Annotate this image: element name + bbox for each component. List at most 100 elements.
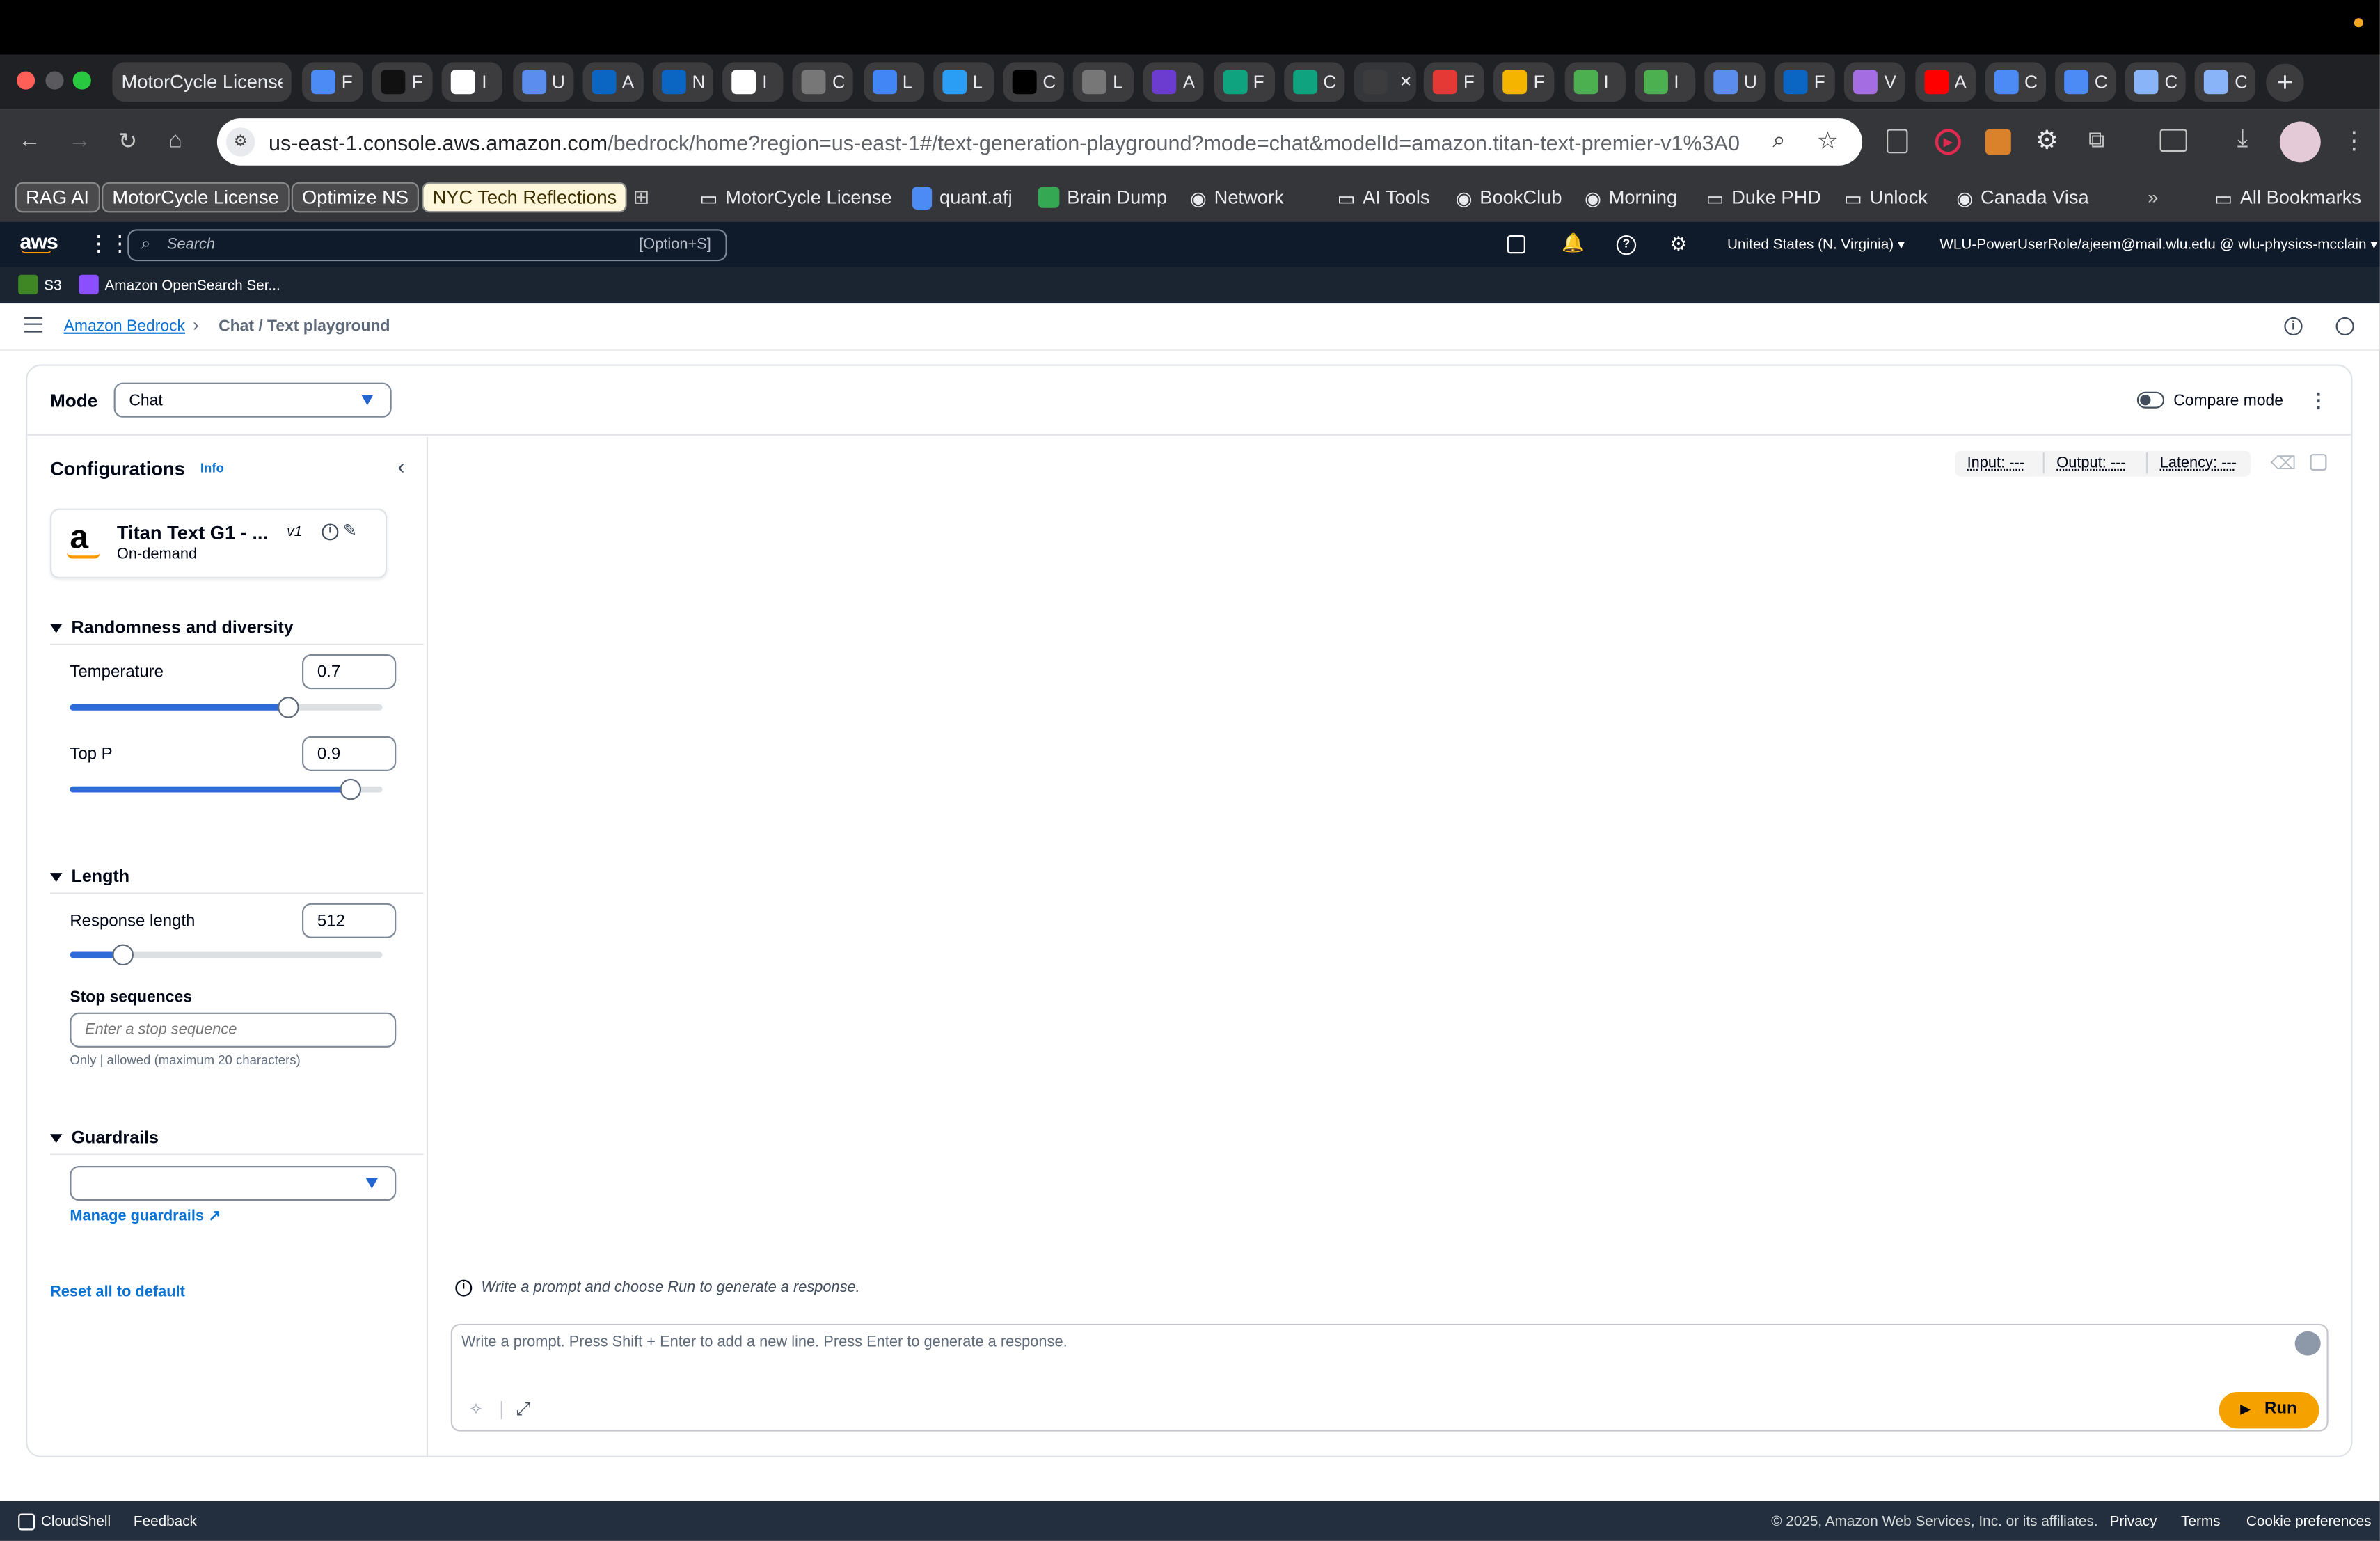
expand-caret-icon[interactable]: [49, 1134, 63, 1144]
mode-select[interactable]: Chat: [113, 382, 392, 418]
favorite-s3[interactable]: S3: [44, 278, 61, 294]
minimize-window-icon[interactable]: [45, 71, 64, 90]
cookie-preferences-link[interactable]: Cookie preferences: [2246, 1513, 2372, 1530]
compare-mode-toggle[interactable]: [2136, 391, 2165, 409]
copy-icon[interactable]: [2310, 454, 2327, 471]
bookmark-item[interactable]: ▭ Unlock: [1844, 182, 1928, 213]
bookmark-item[interactable]: Brain Dump: [1038, 182, 1167, 213]
response-length-input[interactable]: 512: [302, 903, 397, 938]
feedback-link[interactable]: Feedback: [134, 1513, 197, 1530]
cloudshell-link[interactable]: CloudShell: [41, 1513, 111, 1530]
home-icon[interactable]: ⌂: [168, 127, 182, 153]
bookmark-item[interactable]: ◉ Canada Visa: [1956, 182, 2088, 213]
browser-tab[interactable]: F: [1424, 62, 1485, 102]
more-options-icon[interactable]: ⋮: [2308, 388, 2328, 413]
browser-tab[interactable]: L: [1073, 62, 1134, 102]
guardrails-section-title[interactable]: Guardrails: [72, 1130, 159, 1148]
reading-list-icon[interactable]: [1886, 129, 1908, 154]
prompt-assistant-icon[interactable]: [2294, 1331, 2321, 1356]
browser-tab[interactable]: A: [1914, 62, 1976, 102]
browser-tab[interactable]: I: [442, 62, 503, 102]
expand-caret-icon[interactable]: [49, 624, 63, 633]
more-bookmarks-icon[interactable]: »: [2148, 182, 2158, 213]
browser-tab[interactable]: C: [2195, 62, 2256, 102]
browser-tab[interactable]: C: [2125, 62, 2187, 102]
top-p-input[interactable]: 0.9: [302, 736, 397, 771]
browser-tab[interactable]: I: [1634, 62, 1695, 102]
notifications-bell-icon[interactable]: 🔔: [1562, 232, 1585, 254]
run-button[interactable]: ▶ Run: [2219, 1391, 2319, 1429]
temperature-input[interactable]: 0.7: [302, 654, 397, 690]
magic-wand-icon[interactable]: ✧: [469, 1400, 483, 1419]
apps-grid-icon[interactable]: ⊞: [633, 185, 649, 210]
browser-tab[interactable]: V: [1844, 62, 1906, 102]
forward-icon[interactable]: →: [68, 127, 91, 153]
hamburger-menu-icon[interactable]: [24, 317, 43, 333]
browser-tab[interactable]: U: [512, 62, 573, 102]
bookmark-item[interactable]: ◉ Network: [1190, 182, 1284, 213]
extensions-puzzle-icon[interactable]: ⧉: [2088, 127, 2104, 153]
browser-tab[interactable]: L: [933, 62, 994, 102]
zoom-window-icon[interactable]: [72, 71, 91, 90]
download-icon[interactable]: ⤓: [2237, 126, 2248, 153]
bookmark-chip[interactable]: Optimize NS: [291, 182, 420, 213]
cloudshell-icon[interactable]: [1507, 235, 1525, 254]
bookmark-item[interactable]: ◉ Morning: [1585, 182, 1677, 213]
bookmark-star-icon[interactable]: ☆: [1817, 126, 1839, 157]
browser-tab[interactable]: C: [1985, 62, 2046, 102]
browser-tab[interactable]: F: [372, 62, 433, 102]
bookmark-chip[interactable]: MotorCycle License: [102, 182, 290, 213]
extension-chart-icon[interactable]: [1985, 129, 2011, 155]
browser-tab[interactable]: F: [1774, 62, 1836, 102]
bookmark-item[interactable]: ▭ Duke PHD: [1706, 182, 1820, 213]
browser-menu-icon[interactable]: ⋮: [2342, 126, 2366, 157]
settings-gear-icon[interactable]: ⚙: [1669, 232, 1687, 257]
response-length-slider-handle[interactable]: [112, 944, 134, 966]
browser-tab[interactable]: N: [652, 62, 714, 102]
bookmark-chip[interactable]: RAG AI: [15, 182, 100, 213]
browser-tab[interactable]: C: [793, 62, 854, 102]
info-link[interactable]: Info: [200, 460, 224, 475]
reset-all-link[interactable]: Reset all to default: [50, 1284, 185, 1301]
tab-search-icon[interactable]: [2159, 129, 2187, 152]
randomness-section-title[interactable]: Randomness and diversity: [72, 619, 294, 638]
guardrails-select[interactable]: [70, 1166, 397, 1201]
expand-icon[interactable]: ⤢: [516, 1398, 531, 1421]
browser-tab[interactable]: C✕: [1354, 62, 1416, 102]
length-section-title[interactable]: Length: [72, 869, 130, 887]
edit-pencil-icon[interactable]: ✎: [343, 521, 357, 540]
tab-active-group[interactable]: MotorCycle License: [112, 62, 292, 102]
browser-tab[interactable]: C: [1003, 62, 1064, 102]
browser-tab[interactable]: F: [1493, 62, 1555, 102]
reload-icon[interactable]: ↻: [118, 127, 137, 155]
stop-sequence-input[interactable]: [70, 1012, 397, 1048]
profile-avatar[interactable]: [2279, 121, 2321, 163]
close-window-icon[interactable]: [16, 71, 35, 90]
info-icon[interactable]: i: [2284, 317, 2303, 336]
close-tab-icon[interactable]: ✕: [1399, 74, 1412, 90]
browser-tab[interactable]: A: [582, 62, 644, 102]
bookmark-item[interactable]: ▭ AI Tools: [1337, 182, 1429, 213]
bookmark-item[interactable]: ◉ BookClub: [1456, 182, 1562, 213]
browser-tab[interactable]: C: [2055, 62, 2116, 102]
site-info-icon[interactable]: ⚙: [225, 127, 255, 157]
aws-search-input[interactable]: [127, 229, 727, 262]
bookmark-item[interactable]: quant.afj: [912, 182, 1013, 213]
clear-broom-icon[interactable]: ⌫: [2271, 452, 2296, 474]
region-selector[interactable]: United States (N. Virginia) ▾: [1727, 237, 1905, 253]
url-text[interactable]: us-east-1.console.aws.amazon.com/bedrock…: [269, 131, 1740, 155]
browser-tab[interactable]: I: [722, 62, 784, 102]
help-icon[interactable]: ?: [1616, 235, 1637, 255]
extension-gear-icon[interactable]: ⚙: [2036, 126, 2058, 157]
breadcrumb-bedrock[interactable]: Amazon Bedrock: [64, 317, 185, 335]
extension-record-icon[interactable]: ▶: [1935, 129, 1961, 155]
browser-tab[interactable]: U: [1704, 62, 1766, 102]
account-menu[interactable]: WLU-PowerUserRole/ajeem@mail.wlu.edu @ w…: [1939, 237, 2377, 253]
browser-tab[interactable]: C: [1283, 62, 1344, 102]
browser-tab[interactable]: L: [863, 62, 924, 102]
zoom-search-icon[interactable]: ⌕: [1772, 127, 1785, 153]
browser-tab[interactable]: A: [1143, 62, 1205, 102]
model-info-icon[interactable]: i: [322, 523, 339, 541]
expand-caret-icon[interactable]: [49, 873, 63, 883]
manage-guardrails-link[interactable]: Manage guardrails ↗: [70, 1208, 221, 1225]
